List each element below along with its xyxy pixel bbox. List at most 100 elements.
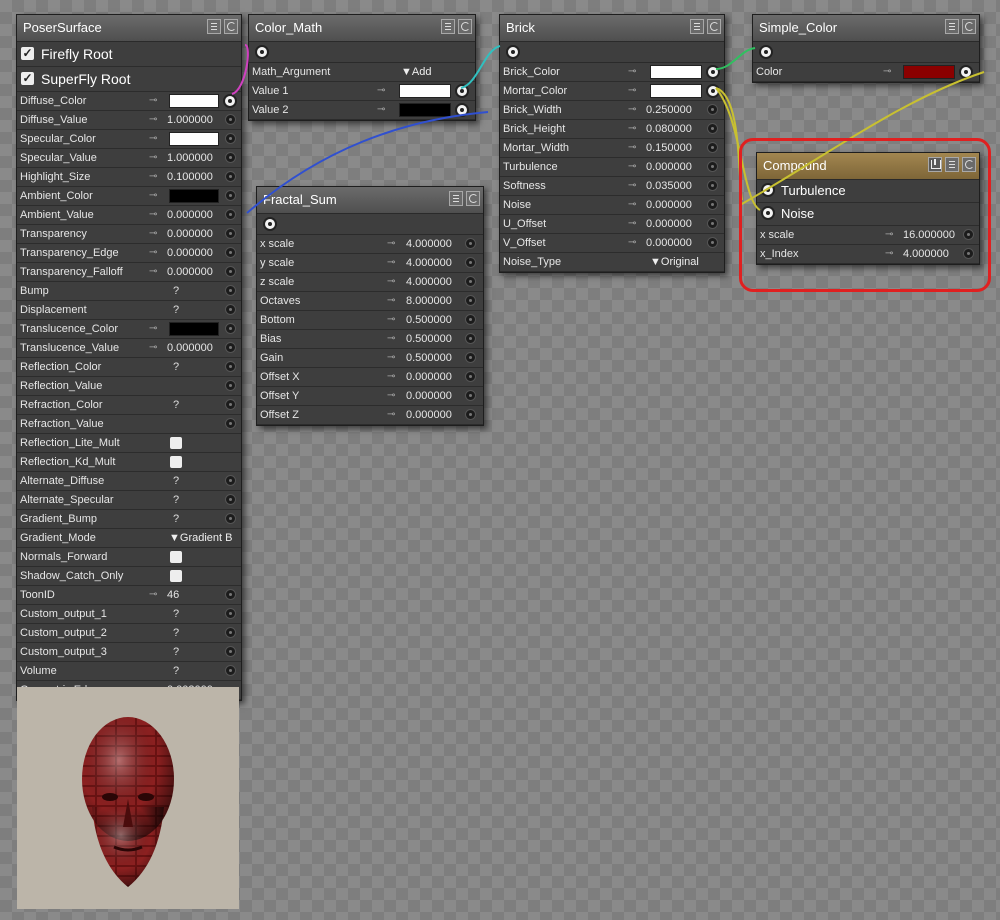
input-plug-icon[interactable] [225,646,236,657]
key-icon[interactable]: ⊸ [628,63,636,81]
input-plug-icon[interactable] [225,589,236,600]
param-row[interactable]: Shadow_Catch_Only [17,567,241,586]
input-plug-icon[interactable] [223,94,237,108]
input-plug-icon[interactable] [225,323,236,334]
param-value[interactable]: 0.000000 [167,244,213,262]
output-plug-icon[interactable] [255,45,269,59]
input-plug-icon[interactable] [707,180,718,191]
key-icon[interactable]: ⊸ [628,234,636,252]
key-icon[interactable]: ⊸ [149,149,157,167]
value2-color-swatch[interactable] [399,103,451,117]
param-value[interactable]: 0.500000 [406,349,452,367]
param-row[interactable]: Alternate_Diffuse? [17,472,241,491]
key-icon[interactable]: ⊸ [628,158,636,176]
param-value[interactable]: 8.000000 [406,292,452,310]
param-row[interactable]: U_Offset ⊸ 0.000000 [500,215,724,234]
param-row[interactable]: Offset X ⊸ 0.000000 [257,368,483,387]
param-value[interactable]: 0.000000 [646,196,692,214]
param-row[interactable]: Transparency_Edge ⊸ 0.000000 [17,244,241,263]
color-swatch[interactable] [169,189,219,203]
param-dropdown[interactable]: ▼Gradient B [169,529,232,547]
key-icon[interactable]: ⊸ [149,339,157,357]
param-value[interactable]: 0.150000 [646,139,692,157]
param-row[interactable]: Diffuse_Color ⊸ [17,92,241,111]
input-plug-icon[interactable] [225,342,236,353]
menu-icon[interactable] [441,19,455,34]
input-plug-icon[interactable] [225,608,236,619]
checkbox[interactable] [170,456,182,468]
param-row[interactable]: Translucence_Color ⊸ [17,320,241,339]
param-row[interactable]: z scale ⊸ 4.000000 [257,273,483,292]
input-plug-icon[interactable] [225,494,236,505]
param-row[interactable]: Refraction_Color? [17,396,241,415]
param-row[interactable]: Reflection_Lite_Mult [17,434,241,453]
output-row[interactable] [500,42,724,63]
color-swatch[interactable] [903,65,955,79]
param-row[interactable]: Offset Z ⊸ 0.000000 [257,406,483,425]
param-row[interactable]: Bias ⊸ 0.500000 [257,330,483,349]
param-row[interactable]: Ambient_Value ⊸ 0.000000 [17,206,241,225]
math-argument-dropdown[interactable]: ▼Add [401,63,431,81]
param-value[interactable]: 0.080000 [646,120,692,138]
input-plug-icon[interactable] [225,266,236,277]
color-swatch[interactable] [169,132,219,146]
input-plug-icon[interactable] [225,171,236,182]
simple-color-title[interactable]: Simple_Color [753,15,979,42]
key-icon[interactable]: ⊸ [149,130,157,148]
color-swatch[interactable] [169,322,219,336]
param-value[interactable]: 0.000000 [406,368,452,386]
key-icon[interactable]: ⊸ [149,263,157,281]
color-swatch[interactable] [650,84,702,98]
param-value[interactable]: 4.000000 [406,273,452,291]
param-value[interactable]: 0.000000 [167,339,213,357]
param-row[interactable]: Offset Y ⊸ 0.000000 [257,387,483,406]
param-row[interactable]: Specular_Color ⊸ [17,130,241,149]
key-icon[interactable]: ⊸ [149,206,157,224]
input-plug-icon[interactable] [706,65,720,79]
input-plug-icon[interactable] [707,161,718,172]
param-row[interactable]: Transparency_Falloff ⊸ 0.000000 [17,263,241,282]
key-icon[interactable]: ⊸ [149,187,157,205]
param-value[interactable]: 0.000000 [167,263,213,281]
input-plug-icon[interactable] [225,133,236,144]
input-plug-icon[interactable] [225,475,236,486]
input-plug-icon[interactable] [225,190,236,201]
input-plug-icon[interactable] [465,352,476,363]
param-value[interactable]: 46 [167,586,179,604]
input-plug-icon[interactable] [225,228,236,239]
param-row[interactable]: Gain ⊸ 0.500000 [257,349,483,368]
value1-row[interactable]: Value 1 ⊸ [249,82,475,101]
key-icon[interactable]: ⊸ [628,177,636,195]
menu-icon[interactable] [690,19,704,34]
input-plug-icon[interactable] [707,142,718,153]
key-icon[interactable]: ⊸ [387,349,395,367]
key-icon[interactable]: ⊸ [387,273,395,291]
key-icon[interactable]: ⊸ [883,63,891,81]
key-icon[interactable]: ⊸ [387,387,395,405]
input-plug-icon[interactable] [225,152,236,163]
param-row[interactable]: Mortar_Color ⊸ [500,82,724,101]
refresh-icon[interactable] [962,19,976,34]
input-plug-icon[interactable] [225,361,236,372]
param-row[interactable]: Bottom ⊸ 0.500000 [257,311,483,330]
param-row[interactable]: Custom_output_3? [17,643,241,662]
param-dropdown[interactable]: ▼Original [650,253,699,271]
key-icon[interactable]: ⊸ [628,215,636,233]
menu-icon[interactable] [945,19,959,34]
param-row[interactable]: Brick_Color ⊸ [500,63,724,82]
input-plug-icon[interactable] [225,285,236,296]
simple-color-node[interactable]: Simple_Color Color ⊸ [752,14,980,83]
input-plug-icon[interactable] [225,114,236,125]
param-row[interactable]: Brick_Height ⊸ 0.080000 [500,120,724,139]
param-row[interactable]: Diffuse_Value ⊸ 1.000000 [17,111,241,130]
key-icon[interactable]: ⊸ [149,92,157,110]
param-row[interactable]: Alternate_Specular? [17,491,241,510]
param-value[interactable]: 0.000000 [646,215,692,233]
param-row[interactable]: Normals_Forward [17,548,241,567]
param-row[interactable]: Octaves ⊸ 8.000000 [257,292,483,311]
param-value[interactable]: 0.500000 [406,311,452,329]
key-icon[interactable]: ⊸ [387,406,395,424]
key-icon[interactable]: ⊸ [387,235,395,253]
input-plug-icon[interactable] [465,409,476,420]
param-row[interactable]: Custom_output_1? [17,605,241,624]
